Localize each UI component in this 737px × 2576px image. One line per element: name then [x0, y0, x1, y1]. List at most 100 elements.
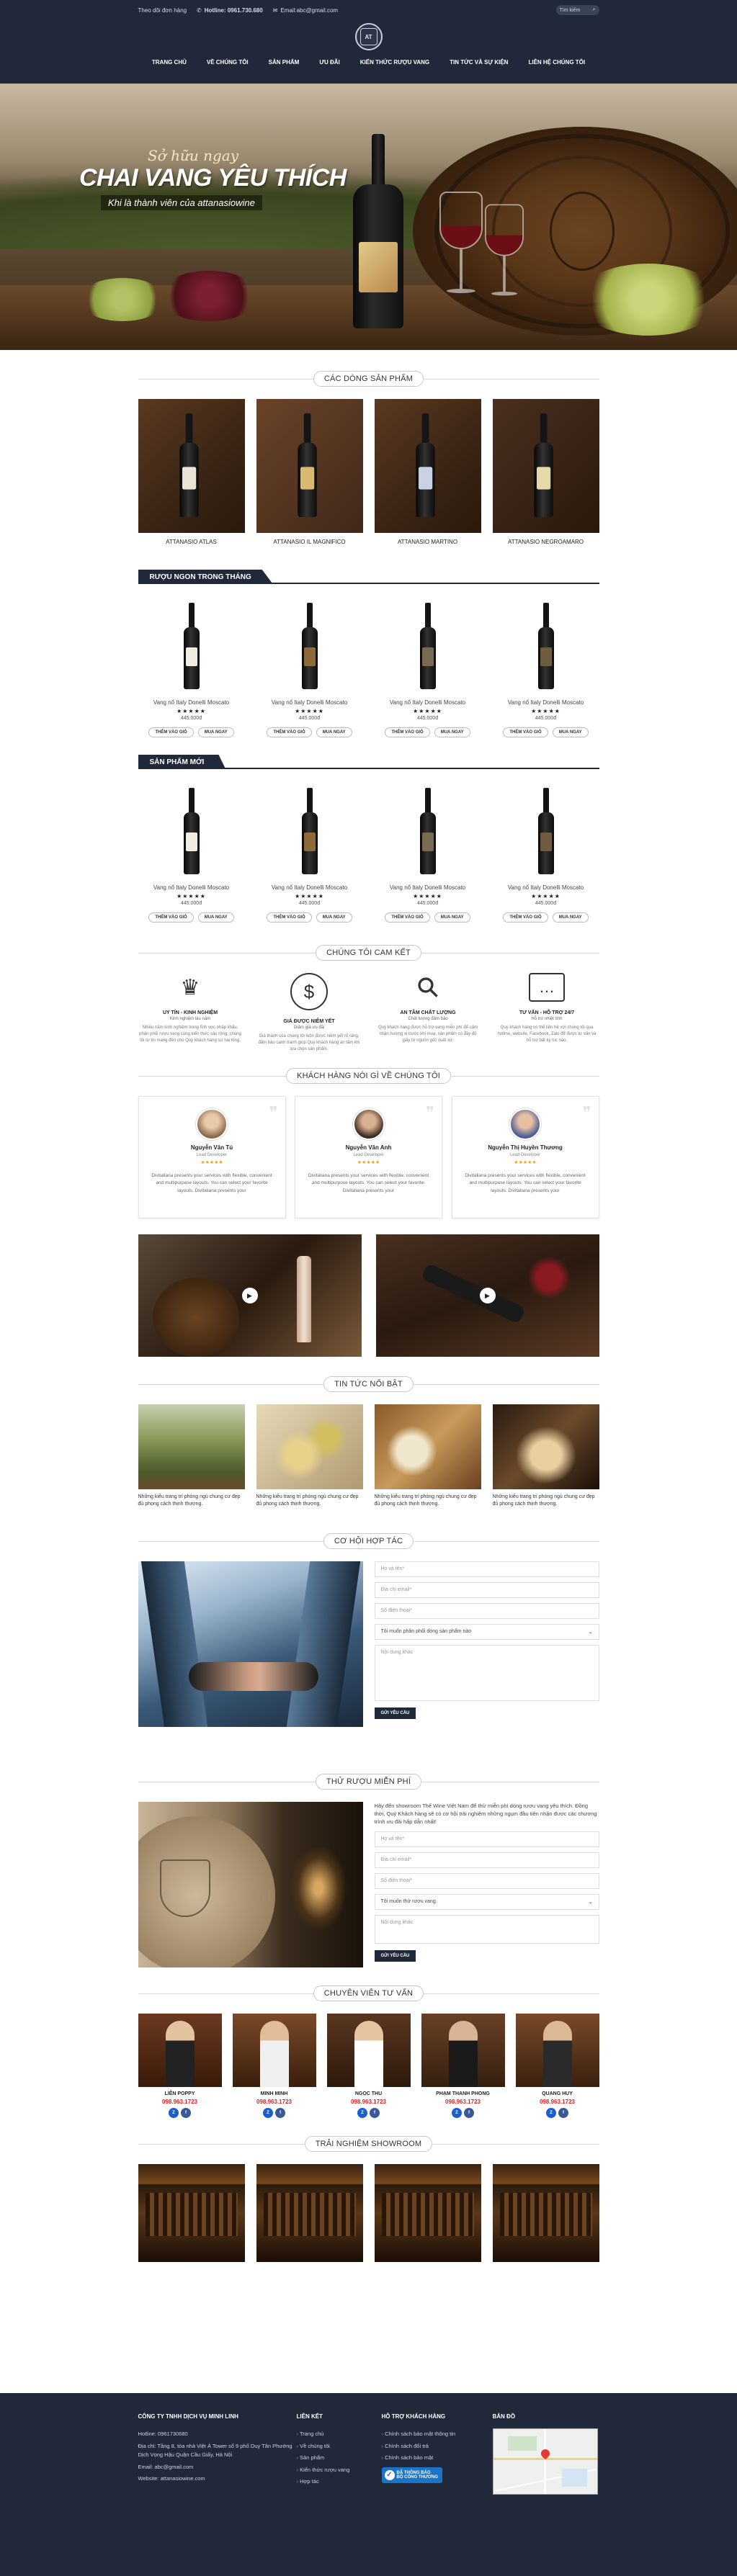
news-headline[interactable]: Những kiểu trang trí phòng ngủ chung cư … — [138, 1494, 245, 1508]
buy-now-button[interactable]: MUA NGAY — [316, 912, 352, 923]
advisor-phone[interactable]: 098.963.1723 — [233, 2099, 316, 2105]
advisor-phone[interactable]: 098.963.1723 — [516, 2099, 599, 2105]
map-widget[interactable] — [492, 2428, 598, 2495]
advisor-phone[interactable]: 098.963.1723 — [421, 2099, 505, 2105]
footer-link[interactable]: Sản phẩm — [297, 2452, 382, 2464]
add-to-cart-button[interactable]: THÊM VÀO GIỎ — [148, 912, 194, 923]
buy-now-button[interactable]: MUA NGAY — [316, 727, 352, 737]
footer-website[interactable]: Website: attanasiowine.com — [138, 2473, 297, 2485]
play-icon[interactable]: ▶ — [479, 1288, 496, 1303]
zalo-icon[interactable]: Z — [357, 2107, 367, 2118]
facebook-icon[interactable]: f — [181, 2107, 191, 2118]
product-name[interactable]: Vang nổ Italy Donelli Moscato — [493, 884, 599, 891]
product-card[interactable]: Vang nổ Italy Donelli Moscato ★★★★★ 445.… — [256, 596, 363, 737]
product-name[interactable]: Vang nổ Italy Donelli Moscato — [375, 699, 481, 706]
nav-wine-knowledge[interactable]: KIẾN THỨC RƯỢU VANG — [360, 59, 429, 66]
message-field[interactable]: Nội dung khác — [374, 1915, 599, 1944]
phone-field[interactable]: Số điện thoại* — [374, 1873, 599, 1890]
zalo-icon[interactable]: Z — [169, 2107, 179, 2118]
facebook-icon[interactable]: f — [370, 2107, 380, 2118]
product-card[interactable]: Vang nổ Italy Donelli Moscato ★★★★★ 445.… — [493, 596, 599, 737]
hotline[interactable]: ✆ Hotline: 0961.730.680 — [197, 7, 263, 14]
news-card[interactable]: Những kiểu trang trí phòng ngủ chung cư … — [256, 1404, 363, 1508]
news-card[interactable]: Những kiểu trang trí phòng ngủ chung cư … — [374, 1404, 481, 1508]
add-to-cart-button[interactable]: THÊM VÀO GIỎ — [503, 912, 548, 923]
buy-now-button[interactable]: MUA NGAY — [197, 727, 234, 737]
phone-field[interactable]: Số điện thoại* — [374, 1602, 599, 1619]
footer-hotline[interactable]: Hotline: 0961730680 — [138, 2428, 297, 2440]
footer-link[interactable]: Trang chủ — [297, 2428, 382, 2441]
zalo-icon[interactable]: Z — [263, 2107, 273, 2118]
news-card[interactable]: Những kiểu trang trí phòng ngủ chung cư … — [138, 1404, 245, 1508]
add-to-cart-button[interactable]: THÊM VÀO GIỎ — [503, 727, 548, 737]
name-field[interactable]: Họ và tên* — [374, 1831, 599, 1848]
footer-link[interactable]: Chính sách bảo mật thông tin — [382, 2428, 493, 2441]
footer-link[interactable]: Chính sách bảo mật — [382, 2452, 493, 2464]
name-field[interactable]: Họ và tên* — [374, 1561, 599, 1577]
nav-offers[interactable]: ƯU ĐÃI — [319, 59, 339, 66]
product-card[interactable]: Vang nổ Italy Donelli Moscato ★★★★★ 445.… — [375, 596, 481, 737]
news-card[interactable]: Những kiểu trang trí phòng ngủ chung cư … — [492, 1404, 599, 1508]
hero-banner[interactable]: Sở hữu ngay CHAI VANG YÊU THÍCH Khi là t… — [0, 84, 737, 350]
nav-news-events[interactable]: TIN TỨC VÀ SỰ KIỆN — [450, 59, 508, 66]
product-name[interactable]: Vang nổ Italy Donelli Moscato — [375, 884, 481, 891]
news-headline[interactable]: Những kiểu trang trí phòng ngủ chung cư … — [493, 1494, 599, 1508]
add-to-cart-button[interactable]: THÊM VÀO GIỎ — [267, 912, 312, 923]
video-thumbnail[interactable]: ▶ — [138, 1234, 362, 1357]
add-to-cart-button[interactable]: THÊM VÀO GIỎ — [385, 912, 430, 923]
product-name[interactable]: Vang nổ Italy Donelli Moscato — [138, 884, 245, 891]
footer-link[interactable]: Hợp tác — [297, 2476, 382, 2488]
nav-products[interactable]: SẢN PHẨM — [269, 59, 300, 66]
product-card[interactable]: Vang nổ Italy Donelli Moscato ★★★★★ 445.… — [138, 596, 245, 737]
nav-contact[interactable]: LIÊN HỆ CHÚNG TÔI — [528, 59, 585, 66]
advisor-phone[interactable]: 098.963.1723 — [327, 2099, 411, 2105]
message-field[interactable]: Nội dung khác — [374, 1644, 599, 1701]
play-icon[interactable]: ▶ — [241, 1288, 258, 1303]
zalo-icon[interactable]: Z — [546, 2107, 556, 2118]
submit-button[interactable]: GỬI YÊU CẦU — [374, 1707, 416, 1719]
buy-now-button[interactable]: MUA NGAY — [197, 912, 234, 923]
bct-badge[interactable]: ✓ ĐÃ THÔNG BÁO BỘ CÔNG THƯƠNG — [381, 2467, 442, 2483]
product-card[interactable]: Vang nổ Italy Donelli Moscato ★★★★★ 445.… — [375, 781, 481, 923]
add-to-cart-button[interactable]: THÊM VÀO GIỎ — [267, 727, 312, 737]
showroom-image[interactable] — [492, 2163, 599, 2262]
showroom-image[interactable] — [374, 2163, 481, 2262]
category-card[interactable]: ATTANASIO ATLAS — [138, 399, 245, 545]
email[interactable]: ✉ Email:abc@gmail.com — [273, 7, 338, 14]
facebook-icon[interactable]: f — [558, 2107, 568, 2118]
order-tracking-link[interactable]: Theo dõi đơn hàng — [138, 7, 187, 14]
nav-home[interactable]: TRANG CHỦ — [152, 59, 187, 66]
product-card[interactable]: Vang nổ Italy Donelli Moscato ★★★★★ 445.… — [493, 781, 599, 923]
advisor-phone[interactable]: 098.963.1723 — [138, 2099, 222, 2105]
nav-about[interactable]: VỀ CHÚNG TÔI — [207, 59, 249, 66]
news-headline[interactable]: Những kiểu trang trí phòng ngủ chung cư … — [256, 1494, 363, 1508]
product-name[interactable]: Vang nổ Italy Donelli Moscato — [256, 699, 363, 706]
site-logo[interactable]: AT — [354, 23, 383, 50]
email-field[interactable]: Địa chỉ email* — [374, 1581, 599, 1598]
submit-button[interactable]: GỬI YÊU CẦU — [374, 1950, 416, 1962]
facebook-icon[interactable]: f — [464, 2107, 474, 2118]
zalo-icon[interactable]: Z — [452, 2107, 462, 2118]
footer-link[interactable]: Về chúng tôi — [297, 2441, 382, 2453]
product-name[interactable]: Vang nổ Italy Donelli Moscato — [256, 884, 363, 891]
category-card[interactable]: ATTANASIO IL MAGNIFICO — [256, 399, 363, 545]
buy-now-button[interactable]: MUA NGAY — [434, 727, 470, 737]
video-thumbnail[interactable]: ▶ — [375, 1234, 599, 1357]
buy-now-button[interactable]: MUA NGAY — [552, 912, 589, 923]
product-card[interactable]: Vang nổ Italy Donelli Moscato ★★★★★ 445.… — [138, 781, 245, 923]
email-field[interactable]: Địa chỉ email* — [374, 1852, 599, 1869]
add-to-cart-button[interactable]: THÊM VÀO GIỎ — [385, 727, 430, 737]
showroom-image[interactable] — [256, 2163, 363, 2262]
buy-now-button[interactable]: MUA NGAY — [434, 912, 470, 923]
product-line-select[interactable]: Tôi muốn phân phối dòng sản phẩm nào ⌄ — [374, 1623, 599, 1640]
news-headline[interactable]: Những kiểu trang trí phòng ngủ chung cư … — [375, 1494, 481, 1508]
footer-link[interactable]: Kiến thức rượu vang — [297, 2464, 382, 2477]
footer-email[interactable]: Email: abc@gmail.com — [138, 2461, 297, 2473]
category-card[interactable]: ATTANASIO NEGROAMARO — [492, 399, 599, 545]
wine-select[interactable]: Tôi muốn thử rượu vang ⌄ — [374, 1894, 599, 1911]
search-icon[interactable]: ⌕ — [593, 7, 596, 13]
buy-now-button[interactable]: MUA NGAY — [552, 727, 589, 737]
facebook-icon[interactable]: f — [275, 2107, 285, 2118]
category-card[interactable]: ATTANASIO MARTINO — [374, 399, 481, 545]
product-name[interactable]: Vang nổ Italy Donelli Moscato — [138, 699, 245, 706]
